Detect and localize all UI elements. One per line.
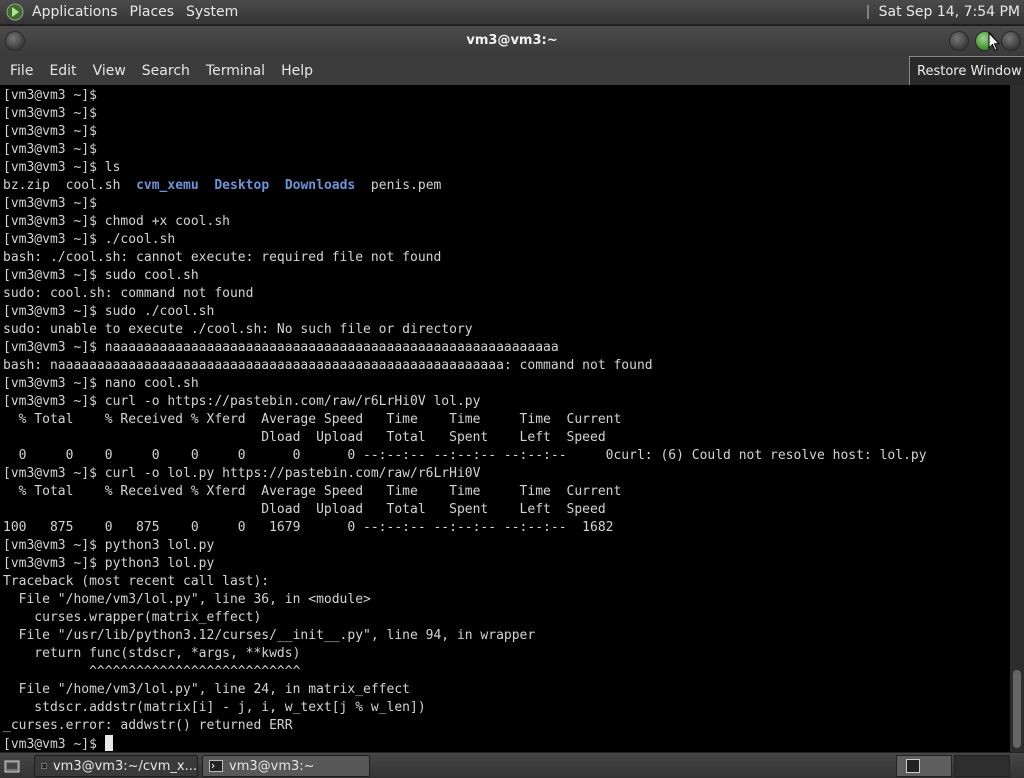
terminal-line: bash: naaaaaaaaaaaaaaaaaaaaaaaaaaaaaaaaa… <box>3 358 653 373</box>
mouse-pointer-icon <box>988 32 1000 52</box>
terminal-output[interactable]: [vm3@vm3 ~]$ [vm3@vm3 ~]$ [vm3@vm3 ~]$ [vm3… <box>0 85 1010 752</box>
terminal-line: _curses.error: addwstr() returned ERR <box>3 718 293 733</box>
terminal-line: stdscr.addstr(matrix[i] - j, i, w_text[j… <box>3 700 426 715</box>
terminal-line: [vm3@vm3 ~]$ sudo cool.sh <box>3 268 199 283</box>
restore-window-tooltip: Restore Window <box>909 56 1024 86</box>
terminal-line: Dload Upload Total Spent Left Speed <box>3 430 606 445</box>
show-desktop-icon[interactable] <box>4 758 20 774</box>
window-title: vm3@vm3:~ <box>466 33 558 48</box>
terminal-line: File "/usr/lib/python3.12/curses/__init_… <box>3 628 536 643</box>
clock[interactable]: Sat Sep 14, 7:54 PM <box>879 4 1024 20</box>
top-panel: Applications Places System Sat Sep 14, 7… <box>0 0 1024 25</box>
terminal-line: [vm3@vm3 ~]$ sudo ./cool.sh <box>3 304 215 319</box>
terminal-line: 0 0 0 0 0 0 0 0 --:--:-- --:--:-- --:--:… <box>3 448 927 463</box>
taskbar-item-label: vm3@vm3:~/cvm_x... <box>52 758 197 774</box>
terminal-line: 100 875 0 875 0 0 1679 0 --:--:-- --:--:… <box>3 520 614 535</box>
taskbar-item-vm3-home[interactable]: vm3@vm3:~ <box>202 755 370 777</box>
terminal-line: return func(stdscr, *args, **kwds) <box>3 646 301 661</box>
menu-terminal[interactable]: Terminal <box>198 63 273 79</box>
ls-directory: Desktop <box>214 178 270 193</box>
terminal-line: [vm3@vm3 ~]$ python3 lol.py <box>3 538 215 553</box>
ls-file: cool.sh <box>65 178 121 193</box>
ls-file: bz.zip <box>3 178 50 193</box>
terminal-line: bz.zip cool.sh cvm_xemu Desktop Download… <box>3 177 1010 195</box>
text-cursor <box>104 735 113 751</box>
terminal-line: [vm3@vm3 ~]$ ls <box>3 160 121 175</box>
terminal-line: [vm3@vm3 ~]$ <box>3 106 97 121</box>
terminal-line: sudo: cool.sh: command not found <box>3 286 254 301</box>
terminal-line: [vm3@vm3 ~]$ naaaaaaaaaaaaaaaaaaaaaaaaaa… <box>3 340 559 355</box>
terminal-line: [vm3@vm3 ~]$ chmod +x cool.sh <box>3 214 230 229</box>
workspace-window-thumbnail <box>906 759 920 773</box>
ls-file: penis.pem <box>370 178 442 193</box>
applications-menu-icon[interactable] <box>6 3 24 21</box>
terminal-line: [vm3@vm3 ~]$ curl -o lol.py https://past… <box>3 466 481 481</box>
ls-directory: cvm_xemu <box>136 178 199 193</box>
terminal-prompt-line[interactable]: [vm3@vm3 ~]$ <box>3 735 1010 752</box>
terminal-line: ^^^^^^^^^^^^^^^^^^^^^^^^^^^ <box>3 664 301 679</box>
taskbar-item-cvm-xemu[interactable]: vm3@vm3:~/cvm_x... <box>34 755 198 777</box>
terminal-line: % Total % Received % Xferd Average Speed… <box>3 412 622 427</box>
system-menu[interactable]: System <box>182 4 246 20</box>
terminal-scrollbar[interactable] <box>1010 85 1024 752</box>
terminal-line: [vm3@vm3 ~]$ <box>3 142 97 157</box>
terminal-line: curses.wrapper(matrix_effect) <box>3 610 262 625</box>
shell-prompt: [vm3@vm3 ~]$ <box>3 737 105 752</box>
menu-file[interactable]: File <box>2 63 41 79</box>
terminal-line: File "/home/vm3/lol.py", line 36, in <mo… <box>3 592 371 607</box>
menu-help[interactable]: Help <box>273 63 321 79</box>
terminal-line: [vm3@vm3 ~]$ python3 lol.py <box>3 556 215 571</box>
workspace-1[interactable] <box>896 755 952 777</box>
ls-directory: Downloads <box>284 178 356 193</box>
terminal-menubar: File Edit View Search Terminal Help <box>0 56 1024 85</box>
terminal-icon <box>209 760 223 772</box>
menu-search[interactable]: Search <box>134 63 198 79</box>
terminal-line: [vm3@vm3 ~]$ <box>3 124 97 139</box>
applications-menu[interactable]: Applications <box>28 4 126 20</box>
terminal-line: % Total % Received % Xferd Average Speed… <box>3 484 622 499</box>
terminal-line: [vm3@vm3 ~]$ ./cool.sh <box>3 232 176 247</box>
terminal-line: [vm3@vm3 ~]$ curl -o https://pastebin.co… <box>3 394 481 409</box>
terminal-icon <box>41 763 47 769</box>
terminal-line: Dload Upload Total Spent Left Speed <box>3 502 606 517</box>
panel-separator <box>866 5 869 19</box>
places-menu[interactable]: Places <box>126 4 183 20</box>
minimize-button[interactable] <box>949 31 969 51</box>
terminal-line: [vm3@vm3 ~]$ <box>3 88 97 103</box>
terminal-line: sudo: unable to execute ./cool.sh: No su… <box>3 322 473 337</box>
terminal-line: File "/home/vm3/lol.py", line 24, in mat… <box>3 682 410 697</box>
window-titlebar[interactable]: vm3@vm3:~ <box>0 26 1024 56</box>
terminal-line: [vm3@vm3 ~]$ <box>3 196 97 211</box>
terminal-line: [vm3@vm3 ~]$ nano cool.sh <box>3 376 199 391</box>
terminal-line: Traceback (most recent call last): <box>3 574 270 589</box>
terminal-line: bash: ./cool.sh: cannot execute: require… <box>3 250 442 265</box>
taskbar-item-label: vm3@vm3:~ <box>229 758 315 774</box>
bottom-taskbar: vm3@vm3:~/cvm_x... vm3@vm3:~ <box>0 752 1024 778</box>
close-button[interactable] <box>1001 31 1021 51</box>
scrollbar-thumb[interactable] <box>1013 670 1021 748</box>
workspace-2[interactable] <box>954 755 1010 777</box>
menu-view[interactable]: View <box>85 63 134 79</box>
menu-edit[interactable]: Edit <box>41 63 84 79</box>
